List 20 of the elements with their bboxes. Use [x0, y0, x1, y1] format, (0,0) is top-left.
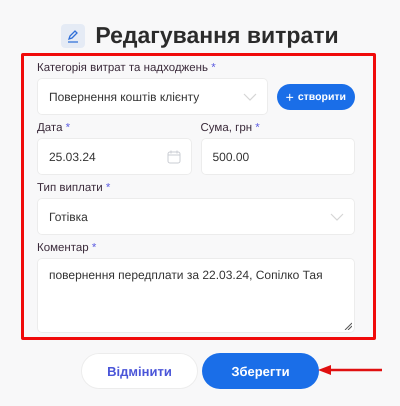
category-select[interactable]: Повернення коштів клієнту — [37, 78, 268, 115]
date-field[interactable]: 25.03.24 — [37, 138, 192, 175]
create-button[interactable]: + створити — [276, 84, 355, 110]
chevron-down-icon — [330, 212, 344, 220]
calendar-icon — [166, 150, 180, 164]
field-label: Сума, грн * — [200, 121, 261, 135]
field-label: Тип виплати * — [37, 181, 112, 195]
save-button[interactable]: Зберегти — [202, 353, 319, 389]
amount-field[interactable]: 500.00 — [200, 138, 355, 175]
comment-field[interactable]: повернення передплати за 22.03.24, Сопілко Тая — [37, 258, 355, 333]
field-label: Категорія витрат та надходжень * — [37, 61, 217, 75]
page-title: Редагування витрати — [95, 22, 339, 49]
field-label: Дата * — [37, 121, 72, 135]
cancel-button[interactable]: Відмінити — [81, 353, 198, 389]
payment-type-select[interactable]: Готівка — [37, 198, 355, 235]
chevron-down-icon — [242, 92, 257, 100]
arrow-annotation — [318, 365, 383, 375]
field-label: Коментар * — [37, 241, 98, 255]
pencil-icon — [61, 24, 86, 48]
resize-grip-icon — [344, 322, 352, 330]
